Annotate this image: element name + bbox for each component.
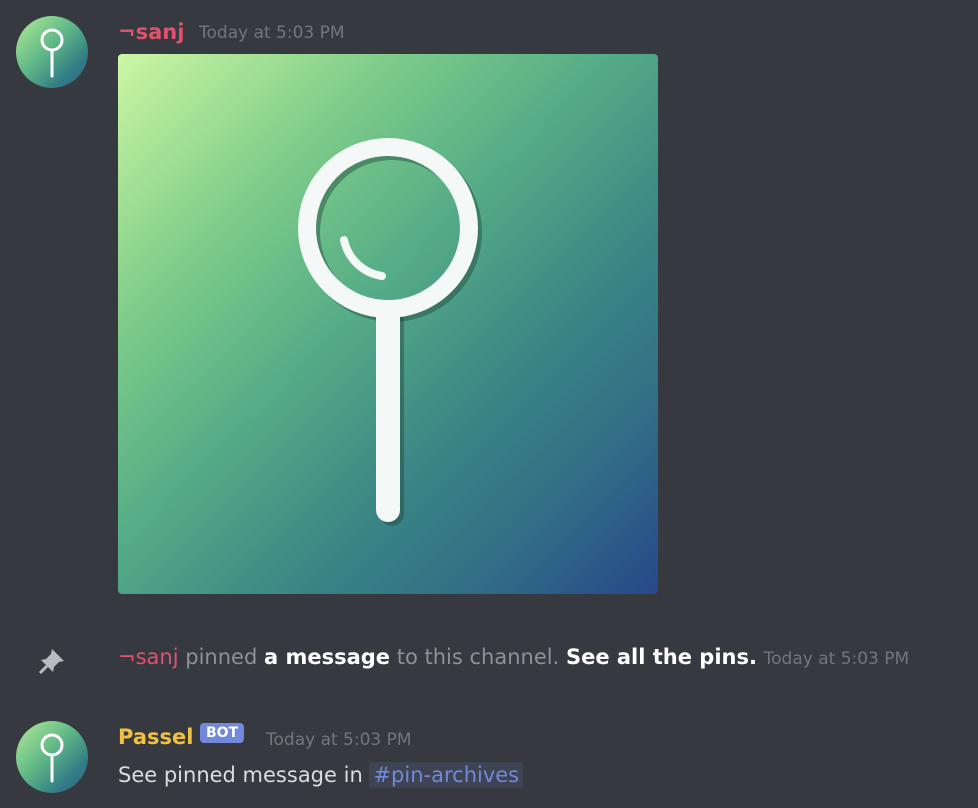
message-content: See pinned message in #pin-archives — [118, 762, 524, 788]
avatar[interactable] — [16, 16, 88, 88]
author-name[interactable]: ¬sanj — [118, 645, 179, 669]
see-all-pins-link[interactable]: See all the pins. — [566, 645, 757, 669]
timestamp: Today at 5:03 PM — [763, 649, 910, 669]
message-link[interactable]: a message — [264, 645, 390, 669]
pin-icon — [38, 649, 64, 675]
bot-badge: BOT — [200, 723, 245, 743]
timestamp: Today at 5:03 PM — [199, 23, 345, 43]
magnifier-pin-icon — [298, 138, 482, 526]
system-text: pinned — [185, 645, 258, 669]
system-text: to this channel. — [396, 645, 560, 669]
magnifier-logo-icon — [40, 28, 64, 78]
timestamp: Today at 5:03 PM — [266, 730, 412, 750]
system-message: ¬sanj pinned a message to this channel. … — [118, 645, 909, 669]
avatar[interactable] — [16, 721, 88, 793]
magnifier-logo-icon — [40, 733, 64, 783]
image-attachment[interactable] — [118, 54, 658, 594]
author-name[interactable]: ¬sanj — [118, 20, 184, 44]
channel-mention[interactable]: #pin-archives — [369, 762, 524, 788]
message-text: See pinned message in — [118, 763, 363, 787]
author-name[interactable]: Passel — [118, 725, 193, 749]
